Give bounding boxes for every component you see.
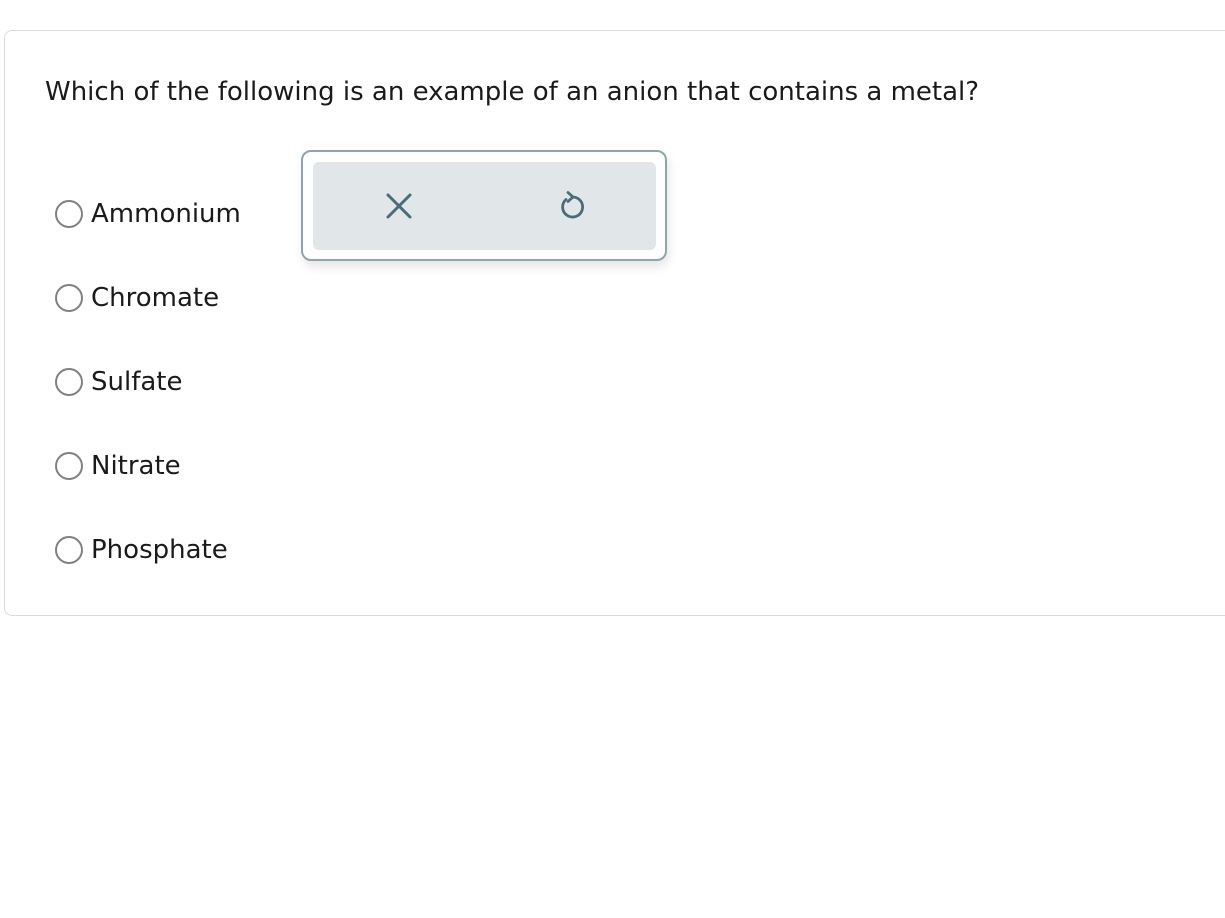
radio-button[interactable] [55, 536, 83, 564]
radio-button[interactable] [55, 200, 83, 228]
question-text: Which of the following is an example of … [45, 77, 980, 107]
undo-icon [561, 191, 585, 219]
toolbar-panel [313, 162, 656, 250]
close-icon [386, 193, 412, 219]
radio-button[interactable] [55, 284, 83, 312]
option-label: Chromate [91, 283, 220, 313]
option-label: Phosphate [91, 535, 228, 565]
question-card [4, 30, 1225, 616]
option-nitrate[interactable]: Nitrate [55, 449, 181, 483]
clear-button[interactable] [377, 184, 421, 228]
option-label: Nitrate [91, 451, 181, 481]
option-phosphate[interactable]: Phosphate [55, 533, 228, 567]
radio-button[interactable] [55, 452, 83, 480]
radio-button[interactable] [55, 368, 83, 396]
option-chromate[interactable]: Chromate [55, 281, 219, 315]
answer-toolbar [301, 150, 667, 261]
option-label: Ammonium [91, 199, 241, 229]
undo-button[interactable] [549, 184, 593, 228]
option-label: Sulfate [91, 367, 183, 397]
option-sulfate[interactable]: Sulfate [55, 365, 182, 399]
option-ammonium[interactable]: Ammonium [55, 197, 241, 231]
